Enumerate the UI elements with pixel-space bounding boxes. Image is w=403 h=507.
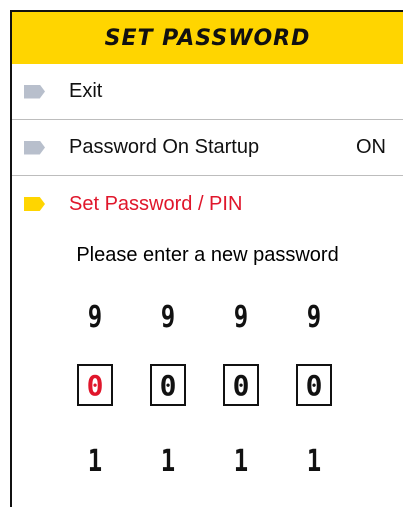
arrow-marker-icon [24, 84, 45, 99]
increment-digit-3[interactable]: 9 [227, 296, 256, 338]
decrement-digit-1[interactable]: 1 [81, 440, 110, 482]
menu-item-exit-label: Exit [69, 80, 103, 102]
menu-item-exit[interactable]: Exit [12, 64, 403, 120]
digit-box-1[interactable]: 0 [77, 364, 113, 406]
set-password-screen: SET PASSWORD Exit Password On Startup ON… [10, 10, 403, 507]
increment-digit-1[interactable]: 9 [81, 296, 110, 338]
decrement-digit-2[interactable]: 1 [154, 440, 183, 482]
decrement-digit-3[interactable]: 1 [227, 440, 256, 482]
screen-title: SET PASSWORD [104, 25, 311, 51]
decrement-digit-4[interactable]: 1 [300, 440, 329, 482]
screen-header: SET PASSWORD [12, 12, 403, 64]
increment-digit-row: 9 9 9 9 [12, 296, 403, 344]
menu-item-set-password-pin-label: Set Password / PIN [69, 192, 243, 215]
current-digit-row: 0 0 0 0 [12, 364, 403, 412]
increment-digit-4[interactable]: 9 [300, 296, 329, 338]
arrow-marker-icon [24, 197, 45, 211]
decrement-digit-row: 1 1 1 1 [12, 440, 403, 488]
digit-box-3[interactable]: 0 [223, 364, 259, 406]
menu-item-password-on-startup-label: Password On Startup [69, 136, 260, 158]
password-on-startup-value: ON [356, 136, 386, 158]
password-prompt: Please enter a new password [76, 244, 339, 266]
digit-box-2[interactable]: 0 [150, 364, 186, 406]
menu-item-password-on-startup[interactable]: Password On Startup ON [12, 120, 403, 176]
arrow-marker-icon [24, 140, 45, 155]
increment-digit-2[interactable]: 9 [154, 296, 183, 338]
digit-box-4[interactable]: 0 [296, 364, 332, 406]
menu-item-set-password-pin[interactable]: Set Password / PIN [12, 176, 403, 232]
